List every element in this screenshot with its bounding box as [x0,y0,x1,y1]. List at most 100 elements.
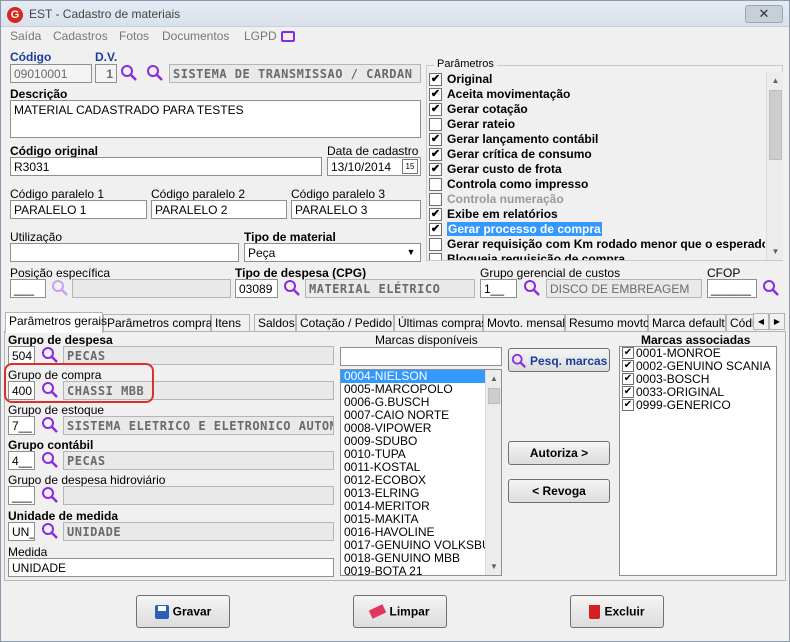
tab-parametros-gerais[interactable]: Parâmetros gerais [5,312,107,333]
search-icon[interactable] [146,64,164,82]
monitor-icon[interactable] [281,31,295,42]
grupo-hidro-code[interactable]: ___ [8,486,35,505]
search-icon[interactable] [51,279,69,297]
checkbox[interactable] [429,118,442,131]
cfop-field[interactable]: ______ [707,279,757,298]
parametro-label: Aceita movimentação [447,87,571,101]
search-icon[interactable] [283,279,301,297]
calendar-icon[interactable]: 15 [402,159,418,174]
parametro-item[interactable]: ✔ Gerar custo de frota [428,162,765,177]
search-icon[interactable] [120,64,138,82]
tab-ultimas-compras[interactable]: Últimas compras [394,314,487,332]
menu-documentos[interactable]: Documentos [162,29,229,43]
codigo-original-field[interactable]: R3031 [10,157,322,176]
tab-resumo-movto[interactable]: Resumo movto. [565,314,653,332]
parametro-item[interactable]: Controla como impresso [428,177,765,192]
menu-lgpd[interactable]: LGPD [244,29,277,43]
checkbox[interactable]: ✔ [429,208,442,221]
tab-cotacao-pedido[interactable]: Cotação / Pedido [296,314,394,332]
parametro-item[interactable]: ✔ Aceita movimentação [428,87,765,102]
checkbox[interactable]: ✔ [429,133,442,146]
search-icon[interactable] [762,279,780,297]
scroll-up-icon[interactable]: ▲ [486,370,502,387]
tab-movto-mensal[interactable]: Movto. mensal [483,314,565,332]
parametro-item[interactable]: ✔ Gerar crítica de consumo [428,147,765,162]
descricao-field[interactable]: MATERIAL CADASTRADO PARA TESTES [10,100,421,138]
checkbox[interactable]: ✔ [429,223,442,236]
chevron-right-icon[interactable]: ▶ [769,313,785,330]
checkbox[interactable]: ✔ [429,73,442,86]
checkbox[interactable]: ✔ [622,399,634,411]
tipo-despesa-code[interactable]: 03089 [235,279,278,298]
list-item[interactable]: 0019-BOTA 21 [341,565,486,576]
search-icon[interactable] [523,279,541,297]
tipo-material-select[interactable]: Peça [244,243,421,262]
codigo-field[interactable]: 09010001 [10,64,92,83]
tab-saldos[interactable]: Saldos [254,314,296,332]
excluir-button[interactable]: Excluir [570,595,664,628]
scroll-down-icon[interactable]: ▼ [767,243,784,260]
checkbox[interactable] [429,193,442,206]
paralelo1-field[interactable]: PARALELO 1 [10,200,147,219]
parametro-item[interactable]: Gerar rateio [428,117,765,132]
medida-field[interactable]: UNIDADE [8,558,334,577]
checkbox[interactable]: ✔ [429,148,442,161]
grupo-contabil-code[interactable]: 4__ [8,451,35,470]
tab-marca-default[interactable]: Marca default [648,314,726,332]
revoga-button[interactable]: < Revoga [508,479,610,503]
parametro-item[interactable]: ✔ Gerar processo de compra [428,222,765,237]
parametros-scrollbar[interactable]: ▲ ▼ [766,72,783,260]
checkbox[interactable]: ✔ [622,373,634,385]
parametro-item[interactable]: Controla numeração [428,192,765,207]
tab-codigos[interactable]: Códi [726,314,756,332]
search-icon[interactable] [41,522,59,540]
unidade-code[interactable]: UN_ [8,522,35,541]
scroll-thumb[interactable] [769,90,782,160]
paralelo2-field[interactable]: PARALELO 2 [151,200,287,219]
checkbox[interactable]: ✔ [622,386,634,398]
checkbox[interactable]: ✔ [622,360,634,372]
checkbox[interactable] [429,253,442,260]
tab-parametros-compras[interactable]: Parâmetros compras [103,314,218,332]
search-icon[interactable] [41,416,59,434]
chevron-left-icon[interactable]: ◀ [753,313,769,330]
gravar-button[interactable]: Gravar [136,595,230,628]
utilizacao-field[interactable] [10,243,239,262]
tipo-material-label: Tipo de material [244,230,336,244]
checkbox[interactable]: ✔ [429,88,442,101]
dv-field[interactable]: 1 [95,64,117,83]
scroll-up-icon[interactable]: ▲ [767,72,784,89]
parametro-item[interactable]: Gerar requisição com Km rodado menor que… [428,237,765,252]
parametro-item[interactable]: ✔ Original [428,72,765,87]
search-icon[interactable] [41,486,59,504]
tab-itens[interactable]: Itens [211,314,250,332]
limpar-button[interactable]: Limpar [353,595,447,628]
marcas-scrollbar[interactable]: ▲ ▼ [485,370,501,575]
parametro-item[interactable]: ✔ Exibe em relatórios [428,207,765,222]
checkbox[interactable] [429,238,442,251]
chevron-down-icon[interactable]: ▼ [403,244,419,261]
checkbox[interactable]: ✔ [429,163,442,176]
checkbox[interactable]: ✔ [429,103,442,116]
paralelo3-field[interactable]: PARALELO 3 [291,200,421,219]
pesq-marcas-button[interactable]: Pesq. marcas [508,348,610,372]
grupo-gerencial-code[interactable]: 1__ [480,279,517,298]
marcas-search-input[interactable] [340,347,502,366]
parametro-item[interactable]: ✔ Gerar cotação [428,102,765,117]
scroll-thumb[interactable] [488,388,500,404]
close-button[interactable]: ✕ [745,5,783,23]
search-icon[interactable] [41,346,59,364]
autoriza-button[interactable]: Autoriza > [508,441,610,465]
list-item[interactable]: ✔ 0999-GENERICO [620,399,776,412]
parametro-item[interactable]: ✔ Gerar lançamento contábil [428,132,765,147]
checkbox[interactable]: ✔ [622,347,634,359]
menu-saida[interactable]: Saída [10,29,41,43]
search-icon[interactable] [41,451,59,469]
scroll-down-icon[interactable]: ▼ [486,558,502,575]
checkbox[interactable] [429,178,442,191]
parametro-item[interactable]: Bloqueia requisição de compra [428,252,765,260]
posicao-field[interactable]: ___ [10,279,46,298]
menu-cadastros[interactable]: Cadastros [53,29,108,43]
grupo-estoque-code[interactable]: 7__ [8,416,35,435]
menu-fotos[interactable]: Fotos [119,29,149,43]
